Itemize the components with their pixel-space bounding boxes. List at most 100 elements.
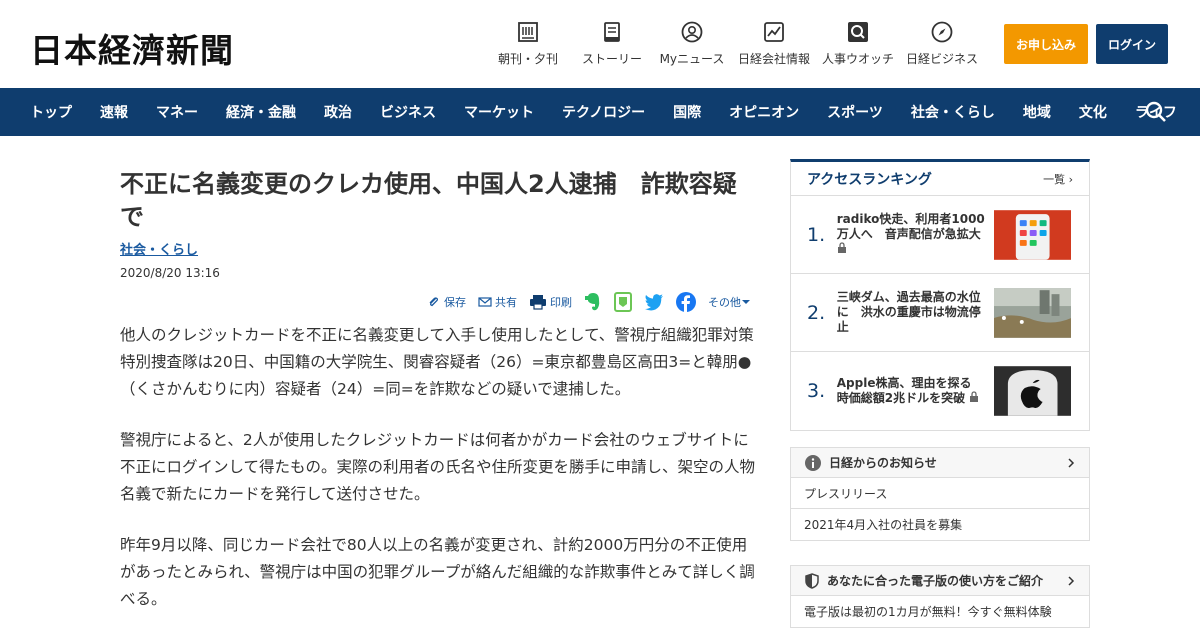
article-paragraph: 警視庁によると、2人が使用したクレジットカードは何者かがカード会社のウェブサイト… — [120, 431, 756, 503]
site-header: 日本経濟新聞 朝刊・夕刊 ストーリー Myニュース 日経会社情報 人事ウオッチ … — [0, 0, 1200, 88]
ranking-header: アクセスランキング 一覧 › — [791, 162, 1089, 196]
sidebar: アクセスランキング 一覧 › 1. radiko快走、利用者1000万人へ 音声… — [790, 159, 1090, 628]
nav-item-opinion[interactable]: オピニオン — [729, 102, 799, 122]
article-paragraph: 他人のクレジットカードを不正に名義変更して入手し使用したとして、警視庁組織犯罪対… — [120, 326, 754, 398]
compass-icon — [930, 20, 954, 44]
ranking-item[interactable]: 3. Apple株高、理由を探る 時価総額2兆ドルを突破 — [791, 352, 1089, 430]
nav-item-society[interactable]: 社会・くらし — [911, 102, 995, 122]
magnifier-icon — [846, 20, 870, 44]
ranking-number: 1. — [807, 223, 826, 246]
ranking-headline: radiko快走、利用者1000万人へ 音声配信が急拡大 — [836, 212, 985, 241]
save-button[interactable]: 保存 — [427, 294, 466, 310]
ranking-title: アクセスランキング — [807, 171, 932, 188]
nav-item-top[interactable]: トップ — [30, 102, 72, 122]
nav-item-region[interactable]: 地域 — [1023, 102, 1051, 122]
nav-item-market[interactable]: マーケット — [464, 102, 534, 122]
chart-icon — [762, 20, 786, 44]
info-icon — [805, 454, 821, 471]
guide-item-free-trial[interactable]: 電子版は最初の1カ月が無料！今すぐ無料体験 — [791, 596, 1089, 627]
user-icon — [680, 20, 704, 44]
article-body: 他人のクレジットカードを不正に名義変更して入手し使用したとして、警視庁組織犯罪対… — [120, 322, 760, 613]
chevron-right-icon: › — [1068, 172, 1073, 186]
ranking-text: Apple株高、理由を探る 時価総額2兆ドルを突破 — [837, 376, 986, 406]
nav-item-technology[interactable]: テクノロジー — [562, 102, 645, 122]
digital-guide-box: あなたに合った電子版の使い方をご紹介 電子版は最初の1カ月が無料！今すぐ無料体験 — [790, 565, 1090, 628]
share-button[interactable]: 共有 — [478, 294, 517, 310]
more-label: その他 — [708, 296, 741, 309]
nav-item-international[interactable]: 国際 — [673, 102, 701, 122]
header-item-label: 日経会社情報 — [738, 52, 811, 66]
book-icon — [600, 20, 624, 44]
share-bar: 保存 共有 印刷 その他 — [120, 290, 760, 314]
notice-title: 日経からのお知らせ — [829, 456, 937, 470]
facebook-icon[interactable] — [676, 292, 696, 312]
chevron-right-icon — [1068, 575, 1075, 586]
login-button[interactable]: ログイン — [1096, 24, 1168, 64]
nav-item-economy[interactable]: 経済・金融 — [226, 102, 296, 122]
header-item-nikkei-business[interactable]: 日経ビジネス — [906, 20, 978, 67]
ranking-number: 3. — [807, 380, 826, 402]
nav-item-culture[interactable]: 文化 — [1079, 102, 1107, 122]
newspaper-icon — [516, 20, 540, 44]
save-label: 保存 — [444, 296, 466, 309]
header-icon-menu: 朝刊・夕刊 ストーリー Myニュース 日経会社情報 人事ウオッチ 日経ビジネス — [490, 20, 990, 67]
header-item-label: ストーリー — [581, 52, 642, 66]
site-logo[interactable]: 日本経濟新聞 — [30, 24, 234, 72]
header-item-my-news[interactable]: Myニュース — [658, 20, 726, 67]
article-category-link[interactable]: 社会・くらし — [120, 239, 198, 258]
ranking-number: 2. — [807, 301, 826, 324]
lock-icon — [970, 391, 979, 402]
ranking-item[interactable]: 2. 三峡ダム、過去最高の水位に 洪水の重慶市は物流停止 — [791, 274, 1089, 352]
ranking-text: radiko快走、利用者1000万人へ 音声配信が急拡大 — [837, 212, 986, 257]
chevron-right-icon — [1068, 457, 1075, 468]
print-button[interactable]: 印刷 — [529, 294, 572, 310]
nav-item-sports[interactable]: スポーツ — [827, 102, 883, 122]
printer-icon — [530, 295, 546, 310]
chevron-down-icon — [742, 300, 750, 304]
shield-icon — [805, 572, 819, 589]
nav-items: トップ 速報 マネー 経済・金融 政治 ビジネス マーケット テクノロジー 国際… — [30, 88, 1200, 136]
article-paragraph: 昨年9月以降、同じカード会社で80人以上の名義が変更され、計約2000万円分の不… — [120, 536, 755, 608]
evernote-icon[interactable] — [584, 292, 602, 312]
ranking-headline: 三峡ダム、過去最高の水位に 洪水の重慶市は物流停止 — [836, 290, 981, 334]
article-date: 2020/8/20 13:16 — [120, 266, 220, 280]
header-item-label: 人事ウオッチ — [822, 52, 895, 66]
header-item-personnel-watch[interactable]: 人事ウオッチ — [822, 20, 894, 67]
nikkei-notice-box: 日経からのお知らせ プレスリリース 2021年4月入社の社員を募集 — [790, 447, 1090, 541]
header-item-company-info[interactable]: 日経会社情報 — [738, 20, 810, 67]
guide-title: あなたに合った電子版の使い方をご紹介 — [827, 574, 1044, 588]
guide-header[interactable]: あなたに合った電子版の使い方をご紹介 — [791, 566, 1089, 596]
ranking-thumbnail — [993, 209, 1071, 260]
notice-item-press-release[interactable]: プレスリリース — [791, 478, 1089, 509]
header-item-label: 日経ビジネス — [906, 52, 979, 66]
feedly-icon[interactable] — [614, 292, 632, 312]
nav-item-breaking[interactable]: 速報 — [100, 102, 128, 122]
notice-header[interactable]: 日経からのお知らせ — [791, 448, 1089, 478]
header-item-label: 朝刊・夕刊 — [497, 52, 558, 66]
header-item-label: Myニュース — [659, 52, 725, 66]
notice-item-recruit[interactable]: 2021年4月入社の社員を募集 — [791, 509, 1089, 540]
mail-icon — [478, 297, 492, 307]
ranking-more-link[interactable]: 一覧 › — [1043, 171, 1073, 187]
nav-item-business[interactable]: ビジネス — [380, 102, 436, 122]
header-item-story[interactable]: ストーリー — [578, 20, 646, 67]
main-navigation: トップ 速報 マネー 経済・金融 政治 ビジネス マーケット テクノロジー 国際… — [0, 88, 1200, 136]
nav-item-money[interactable]: マネー — [156, 102, 198, 122]
ranking-thumbnail — [993, 287, 1071, 338]
nav-item-politics[interactable]: 政治 — [324, 102, 352, 122]
ranking-item[interactable]: 1. radiko快走、利用者1000万人へ 音声配信が急拡大 — [791, 196, 1089, 274]
header-item-morning-evening[interactable]: 朝刊・夕刊 — [490, 20, 566, 67]
access-ranking: アクセスランキング 一覧 › 1. radiko快走、利用者1000万人へ 音声… — [790, 159, 1090, 431]
paperclip-icon — [429, 297, 439, 307]
article-title: 不正に名義変更のクレカ使用、中国人2人逮捕 詐欺容疑で — [120, 170, 737, 231]
ranking-more-label: 一覧 — [1043, 172, 1066, 186]
subscribe-button[interactable]: お申し込み — [1004, 24, 1088, 64]
article: 不正に名義変更のクレカ使用、中国人2人逮捕 詐欺容疑で 社会・くらし 2020/… — [120, 136, 760, 630]
more-share-button[interactable]: その他 — [708, 294, 754, 310]
lock-icon — [837, 242, 846, 253]
twitter-icon[interactable] — [644, 293, 664, 311]
print-label: 印刷 — [550, 296, 572, 309]
ranking-headline: Apple株高、理由を探る 時価総額2兆ドルを突破 — [836, 376, 984, 405]
ranking-thumbnail — [993, 366, 1071, 416]
search-icon[interactable] — [1144, 100, 1168, 124]
